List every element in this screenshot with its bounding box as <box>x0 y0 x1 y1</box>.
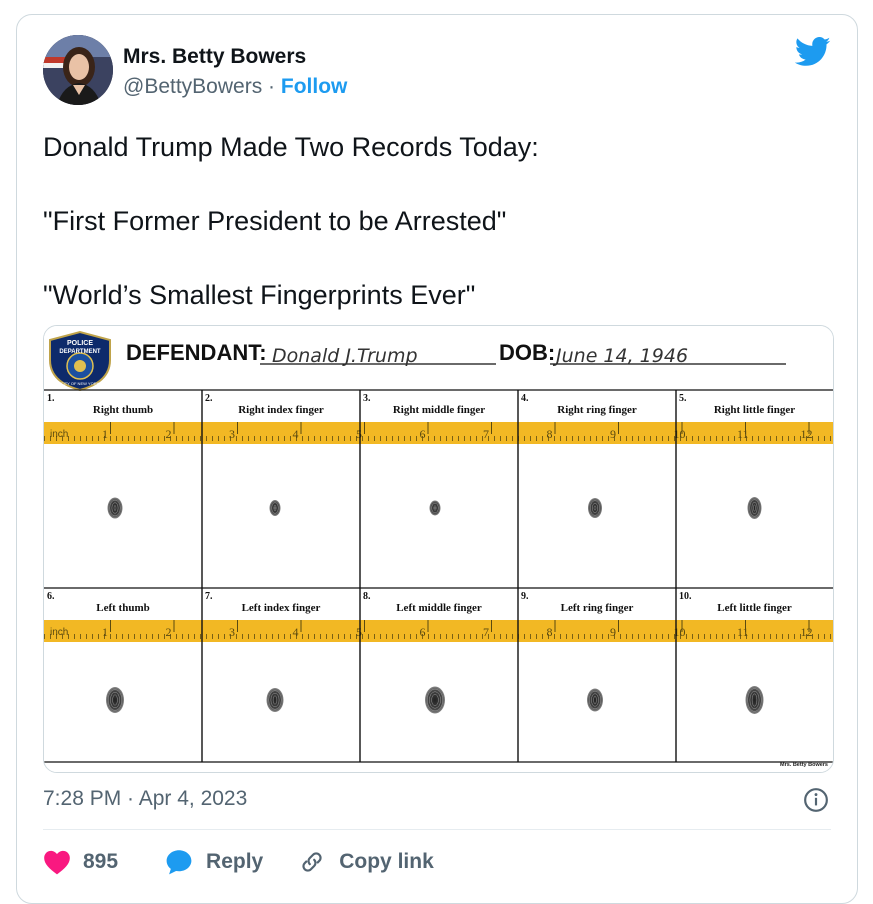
twitter-bird-icon[interactable] <box>795 37 831 67</box>
finger-number: 10. <box>679 591 692 602</box>
finger-label: Left little finger <box>717 602 792 614</box>
dob-value: June 14, 1946 <box>552 345 688 367</box>
ruler: inch 1 2 3 4 5 6 7 8 9 10 11 12 <box>44 422 833 444</box>
ruler-number: 9 <box>610 427 616 441</box>
fingerprint-card: POLICE DEPARTMENT CITY OF NEW YORK DEFEN… <box>44 326 833 772</box>
copy-link-button[interactable]: Copy link <box>297 849 434 875</box>
badge-line-2: DEPARTMENT <box>59 349 101 355</box>
finger-label: Right thumb <box>93 404 153 416</box>
avatar-image <box>43 35 113 105</box>
ruler-number: 12 <box>801 625 813 639</box>
finger-number: 2. <box>205 393 213 404</box>
finger-label: Left thumb <box>96 602 149 614</box>
signature-watermark: Mrs. Betty Bowers <box>780 762 828 768</box>
defendant-label: DEFENDANT: <box>126 340 267 365</box>
ruler-number: 8 <box>547 625 553 639</box>
heart-icon <box>44 850 70 875</box>
ruler-number: 4 <box>293 427 299 441</box>
ruler: inch 1 2 3 4 5 6 7 8 9 10 11 12 <box>44 620 833 642</box>
author-handle[interactable]: @BettyBowers <box>123 75 262 98</box>
ruler-number: 6 <box>420 625 426 639</box>
ruler-number: 8 <box>547 427 553 441</box>
handle-separator: · <box>262 75 281 98</box>
action-bar: 895 Reply Copy link <box>43 847 434 877</box>
ruler-number: 6 <box>420 427 426 441</box>
ruler-number: 7 <box>483 427 489 441</box>
ruler-number: 5 <box>356 427 362 441</box>
link-icon <box>302 852 322 872</box>
avatar[interactable] <box>43 35 113 105</box>
ruler-number: 4 <box>293 625 299 639</box>
timestamp[interactable]: 7:28 PM · Apr 4, 2023 <box>43 787 247 811</box>
author-name[interactable]: Mrs. Betty Bowers <box>123 45 306 69</box>
ruler-number: 11 <box>737 625 749 639</box>
finger-number: 6. <box>47 591 55 602</box>
fingerprint-mark <box>429 500 441 516</box>
tweet-paragraph: "First Former President to be Arrested" <box>43 206 507 236</box>
ruler-number: 3 <box>229 427 235 441</box>
finger-number: 3. <box>363 393 371 404</box>
finger-label: Right index finger <box>238 404 324 416</box>
like-button[interactable]: 895 <box>43 849 118 875</box>
ruler-unit: inch <box>50 627 68 638</box>
badge-line-3: CITY OF NEW YORK <box>61 381 100 386</box>
follow-button[interactable]: Follow <box>281 75 348 98</box>
fingerprint-mark <box>425 686 445 714</box>
ruler-number: 1 <box>102 625 108 639</box>
ruler-number: 3 <box>229 625 235 639</box>
badge-line-1: POLICE <box>67 340 93 347</box>
dob-label: DOB: <box>499 340 555 365</box>
copy-link-label: Copy link <box>339 850 434 873</box>
finger-number: 7. <box>205 591 213 602</box>
ruler-number: 7 <box>483 625 489 639</box>
ruler-number: 12 <box>801 427 813 441</box>
divider <box>43 829 831 830</box>
defendant-name: Donald J.Trump <box>272 345 418 367</box>
tweet-paragraph: Donald Trump Made Two Records Today: <box>43 132 539 162</box>
finger-label: Right ring finger <box>557 404 637 416</box>
fingerprint-mark <box>745 686 764 714</box>
reply-button[interactable]: Reply <box>164 849 263 875</box>
author-handle-row: @BettyBowers · Follow <box>123 75 347 99</box>
tweet-text: Donald Trump Made Two Records Today: "Fi… <box>43 129 823 351</box>
speech-bubble-icon <box>166 850 192 875</box>
ruler-number: 11 <box>737 427 749 441</box>
finger-label: Left index finger <box>242 602 321 614</box>
finger-number: 8. <box>363 591 371 602</box>
finger-label: Left middle finger <box>396 602 482 614</box>
tweet-paragraph: "World’s Smallest Fingerprints Ever" <box>43 280 476 310</box>
info-icon[interactable] <box>803 787 829 813</box>
reply-label: Reply <box>206 850 264 873</box>
finger-number: 5. <box>679 393 687 404</box>
ruler-unit: inch <box>50 429 68 440</box>
fingerprint-mark <box>266 688 284 712</box>
fingerprint-mark <box>106 687 124 713</box>
finger-label: Right middle finger <box>393 404 485 416</box>
ruler-number: 2 <box>166 625 172 639</box>
tweet-card: Mrs. Betty Bowers @BettyBowers · Follow … <box>16 14 858 904</box>
like-count: 895 <box>83 850 119 873</box>
ruler-number: 9 <box>610 625 616 639</box>
finger-number: 1. <box>47 393 55 404</box>
finger-number: 9. <box>521 591 529 602</box>
finger-number: 4. <box>521 393 529 404</box>
ruler-number: 1 <box>102 427 108 441</box>
ruler-number: 2 <box>166 427 172 441</box>
ruler-number: 5 <box>356 625 362 639</box>
finger-label: Right little finger <box>714 404 795 416</box>
tweet-image[interactable]: POLICE DEPARTMENT CITY OF NEW YORK DEFEN… <box>43 325 834 773</box>
finger-label: Left ring finger <box>561 602 634 614</box>
